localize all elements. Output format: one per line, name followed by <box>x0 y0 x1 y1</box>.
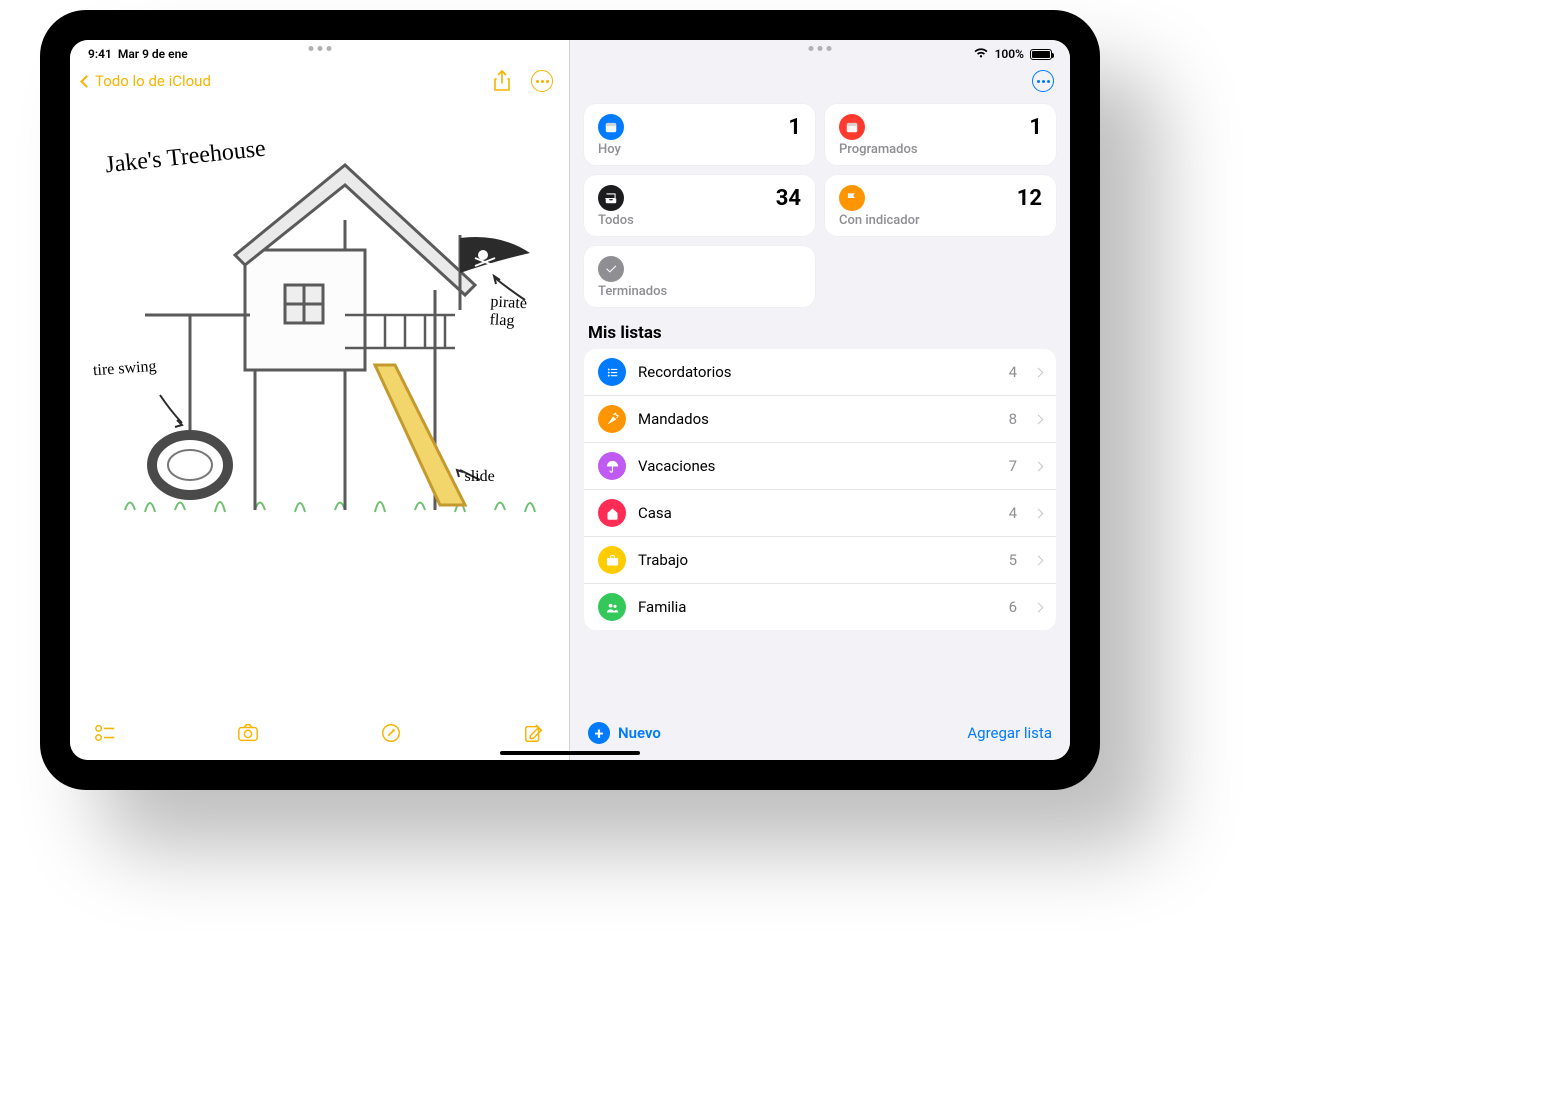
smart-card-hoy[interactable]: 1 Hoy <box>584 104 815 165</box>
ipad-device-frame: 9:41 Mar 9 de ene 100% Todo lo de iCloud <box>40 10 1100 790</box>
briefcase-icon <box>598 546 626 574</box>
list-count: 5 <box>1009 551 1017 569</box>
smart-card-todos[interactable]: 34 Todos <box>584 175 815 236</box>
reminders-app-pane: 1 Hoy 1 Programados 34 Todos 12 Con indi… <box>570 40 1070 760</box>
wifi-icon <box>973 47 989 62</box>
new-reminder-button[interactable]: + Nuevo <box>588 722 661 744</box>
sketch-label-flag: pirate flag <box>489 293 556 332</box>
chevron-right-icon <box>1034 602 1044 612</box>
list-name: Vacaciones <box>638 457 997 475</box>
list-row-familia[interactable]: Familia 6 <box>584 584 1056 630</box>
battery-percent: 100% <box>995 47 1024 61</box>
markup-button[interactable] <box>380 722 402 744</box>
smart-card-label: Programados <box>839 142 1042 157</box>
status-bar: 9:41 Mar 9 de ene 100% <box>70 40 1070 64</box>
note-canvas[interactable]: Jake's Treehouse tire swing pirate flag … <box>70 100 569 712</box>
list-count: 7 <box>1009 457 1017 475</box>
smart-card-label: Hoy <box>598 142 801 157</box>
notes-app-pane: Todo lo de iCloud <box>70 40 570 760</box>
list-count: 4 <box>1009 504 1017 522</box>
smart-card-count: 34 <box>776 186 801 211</box>
carrot-icon <box>598 405 626 433</box>
list-count: 8 <box>1009 410 1017 428</box>
smart-lists-grid: 1 Hoy 1 Programados 34 Todos 12 Con indi… <box>570 96 1070 315</box>
smart-card-count: 1 <box>1029 115 1042 140</box>
smart-card-programados[interactable]: 1 Programados <box>825 104 1056 165</box>
new-reminder-label: Nuevo <box>618 724 661 742</box>
list-row-trabajo[interactable]: Trabajo 5 <box>584 537 1056 584</box>
sketch-label-slide: slide <box>465 468 495 486</box>
list-row-casa[interactable]: Casa 4 <box>584 490 1056 537</box>
list-name: Casa <box>638 504 997 522</box>
list-name: Familia <box>638 598 997 616</box>
reminders-more-button[interactable] <box>1032 70 1054 92</box>
smart-card-terminados[interactable]: Terminados <box>584 246 815 307</box>
list-row-recordatorios[interactable]: Recordatorios 4 <box>584 349 1056 396</box>
my-lists-header: Mis listas <box>570 315 1070 349</box>
list-count: 4 <box>1009 363 1017 381</box>
people-icon <box>598 593 626 621</box>
smart-card-label: Terminados <box>598 284 801 299</box>
status-time: 9:41 <box>88 47 112 61</box>
plus-circle-icon: + <box>588 722 610 744</box>
chevron-left-icon <box>80 75 93 88</box>
tray-icon <box>598 185 624 211</box>
camera-button[interactable] <box>237 722 259 744</box>
smart-card-label: Con indicador <box>839 213 1042 228</box>
list-row-vacaciones[interactable]: Vacaciones 7 <box>584 443 1056 490</box>
chevron-right-icon <box>1034 508 1044 518</box>
notes-back-label: Todo lo de iCloud <box>95 72 211 90</box>
home-indicator[interactable] <box>500 751 640 755</box>
flag-icon <box>839 185 865 211</box>
more-button[interactable] <box>531 70 553 92</box>
list-icon <box>598 358 626 386</box>
list-count: 6 <box>1009 598 1017 616</box>
smart-card-con-indicador[interactable]: 12 Con indicador <box>825 175 1056 236</box>
reminder-lists: Recordatorios 4 Mandados 8 Vacaciones 7 … <box>584 349 1056 630</box>
umbrella-icon <box>598 452 626 480</box>
ipad-screen: 9:41 Mar 9 de ene 100% Todo lo de iCloud <box>70 40 1070 760</box>
share-button[interactable] <box>491 70 513 92</box>
smart-card-count: 1 <box>788 115 801 140</box>
smart-card-count: 12 <box>1017 186 1042 211</box>
chevron-right-icon <box>1034 461 1044 471</box>
list-row-mandados[interactable]: Mandados 8 <box>584 396 1056 443</box>
status-date: Mar 9 de ene <box>118 47 188 61</box>
chevron-right-icon <box>1034 414 1044 424</box>
checklist-button[interactable] <box>94 722 116 744</box>
add-list-button[interactable]: Agregar lista <box>967 724 1052 742</box>
list-name: Recordatorios <box>638 363 997 381</box>
notes-back-button[interactable]: Todo lo de iCloud <box>82 72 211 90</box>
battery-icon <box>1030 49 1052 60</box>
check-icon <box>598 256 624 282</box>
list-name: Mandados <box>638 410 997 428</box>
calendar-icon <box>839 114 865 140</box>
compose-button[interactable] <box>523 722 545 744</box>
chevron-right-icon <box>1034 367 1044 377</box>
list-name: Trabajo <box>638 551 997 569</box>
smart-card-label: Todos <box>598 213 801 228</box>
calendar-icon <box>598 114 624 140</box>
chevron-right-icon <box>1034 555 1044 565</box>
home-icon <box>598 499 626 527</box>
